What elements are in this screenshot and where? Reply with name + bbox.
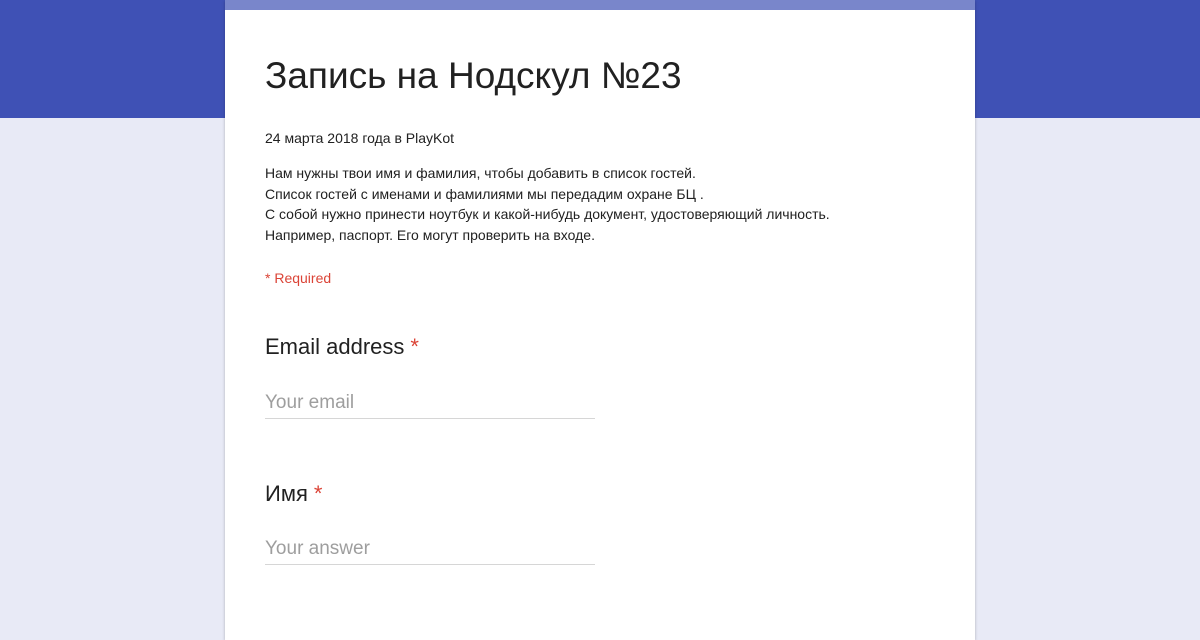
email-question-text: Email address [265, 334, 405, 359]
form-title: Запись на Нодскул №23 [265, 55, 682, 96]
description-line: С собой нужно принести ноутбук и какой-н… [265, 206, 830, 222]
form-accent-bar [225, 0, 975, 10]
form-date: 24 марта 2018 года в PlayKot [265, 130, 455, 146]
form-card: Запись на Нодскул №23 24 марта 2018 года… [225, 0, 975, 640]
required-asterisk: * [410, 334, 419, 359]
required-asterisk: * [313, 481, 323, 506]
name-question-label: Имя * [265, 480, 322, 508]
description-line: Нам нужны твои имя и фамилия, чтобы доба… [265, 165, 696, 181]
required-note: * Required [265, 270, 332, 286]
name-question-text: Имя [265, 481, 308, 506]
name-input[interactable] [265, 534, 595, 565]
description-line: Список гостей с именами и фамилиями мы п… [265, 185, 704, 202]
email-input[interactable] [265, 388, 595, 419]
form-description: Нам нужны твои имя и фамилия, чтобы доба… [265, 163, 830, 245]
email-question-label: Email address * [265, 333, 419, 361]
description-line: Например, паспорт. Его могут проверить н… [265, 226, 595, 243]
